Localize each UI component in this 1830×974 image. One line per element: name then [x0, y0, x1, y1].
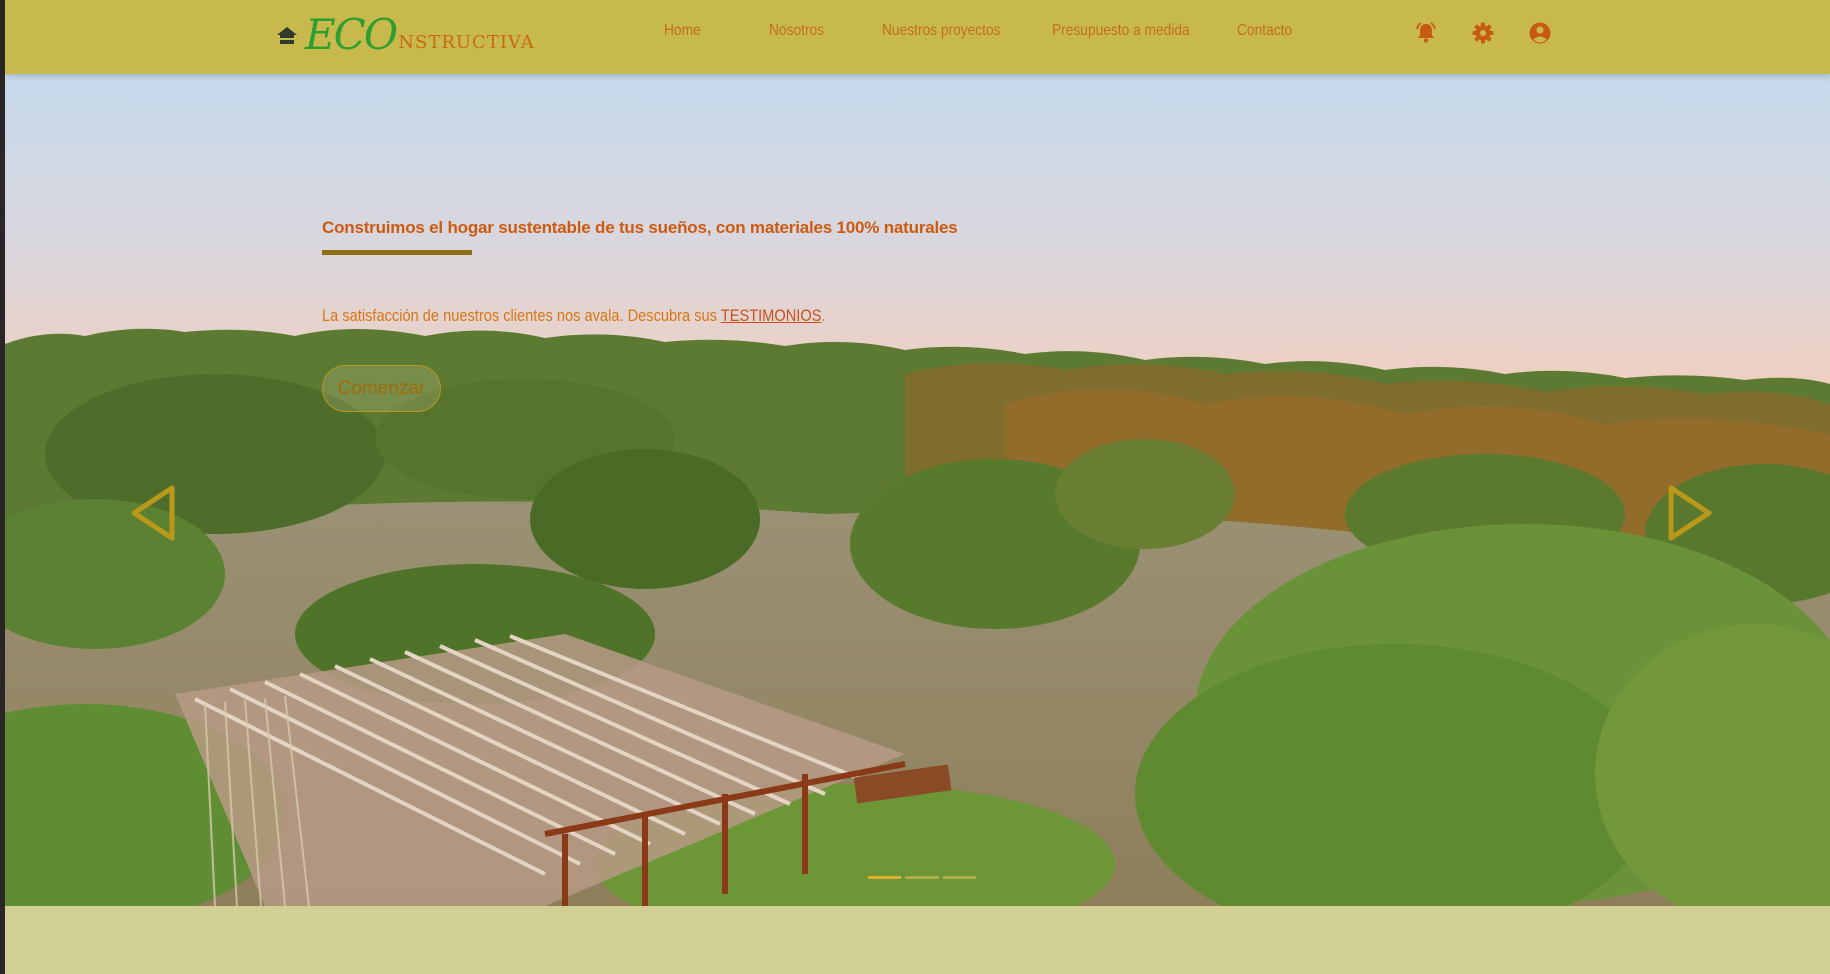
gear-icon[interactable]	[1470, 20, 1496, 46]
main-nav: Home Nosotros Nuestros proyectos Presupu…	[5, 0, 1830, 68]
hero-title: Construimos el hogar sustentable de tus …	[322, 218, 958, 237]
carousel-indicator-2[interactable]	[905, 876, 939, 879]
navbar: ECO nstructiva Home Nosotros Nuestros pr…	[5, 0, 1830, 74]
carousel-indicators	[868, 876, 976, 880]
triangle-left-icon[interactable]	[130, 484, 176, 542]
title-underline	[322, 250, 472, 255]
carousel-indicator-3[interactable]	[942, 876, 976, 879]
subtitle-text: La satisfacción de nuestros clientes nos…	[322, 306, 721, 325]
bell-icon[interactable]	[1413, 20, 1439, 46]
nav-presupuesto-a-medida[interactable]: Presupuesto a medida	[1052, 22, 1190, 40]
hero-subtitle: La satisfacción de nuestros clientes nos…	[322, 306, 826, 326]
nav-nuestros-proyectos[interactable]: Nuestros proyectos	[882, 22, 1001, 40]
nav-nosotros[interactable]: Nosotros	[769, 22, 824, 40]
hero-carousel: Construimos el hogar sustentable de tus …	[5, 74, 1830, 906]
triangle-right-icon[interactable]	[1667, 484, 1713, 542]
comenzar-button[interactable]: Comenzar	[322, 365, 441, 412]
nav-contacto[interactable]: Contacto	[1237, 22, 1292, 40]
subtitle-period: .	[821, 306, 826, 325]
hero-background-image	[5, 74, 1830, 906]
nav-home[interactable]: Home	[664, 22, 701, 40]
carousel-indicator-1[interactable]	[868, 876, 902, 879]
testimonios-link[interactable]: TESTIMONIOS	[721, 306, 822, 325]
user-circle-icon[interactable]	[1527, 20, 1553, 46]
